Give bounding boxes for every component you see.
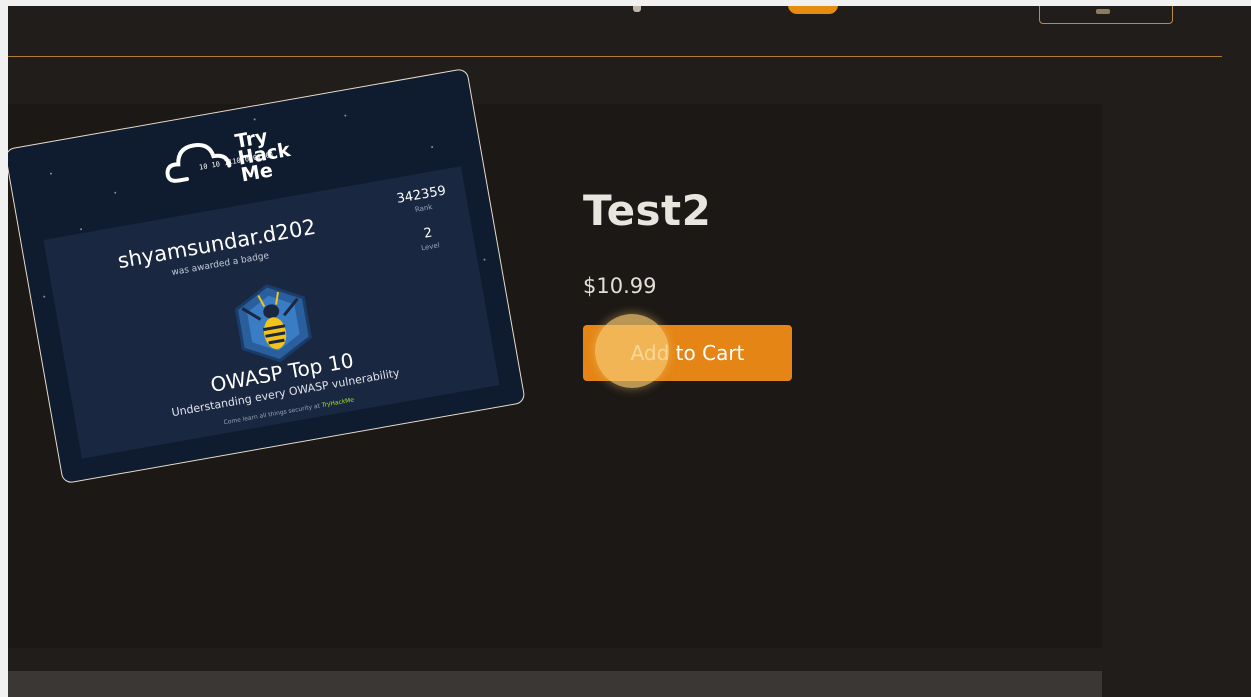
star-dot	[344, 114, 347, 117]
logo-wordmark: Try Hack Me	[233, 125, 292, 187]
page: 10 10 1110 0101 01 Try Hack Me shyamsund…	[8, 6, 1251, 697]
lower-section	[8, 671, 1102, 697]
badge-footer-link: TryHackMe	[321, 396, 355, 410]
star-dot	[483, 258, 486, 261]
badge-panel: shyamsundar.d202 was awarded a badge 342…	[43, 166, 500, 459]
login-button-label-partial	[1096, 9, 1110, 14]
cart-count-badge[interactable]	[788, 6, 838, 14]
login-button[interactable]	[1039, 6, 1173, 24]
star-dot	[49, 172, 53, 175]
star-dot	[114, 191, 117, 194]
star-dot	[79, 228, 83, 231]
star-dot	[430, 145, 434, 149]
nav-link-partial[interactable]	[633, 6, 641, 12]
star-dot	[43, 295, 46, 298]
add-to-cart-button[interactable]: Add to Cart	[583, 325, 792, 381]
product-price: $10.99	[583, 274, 657, 298]
product-title: Test2	[583, 186, 712, 235]
site-header	[8, 6, 1222, 57]
star-dot	[253, 118, 256, 121]
